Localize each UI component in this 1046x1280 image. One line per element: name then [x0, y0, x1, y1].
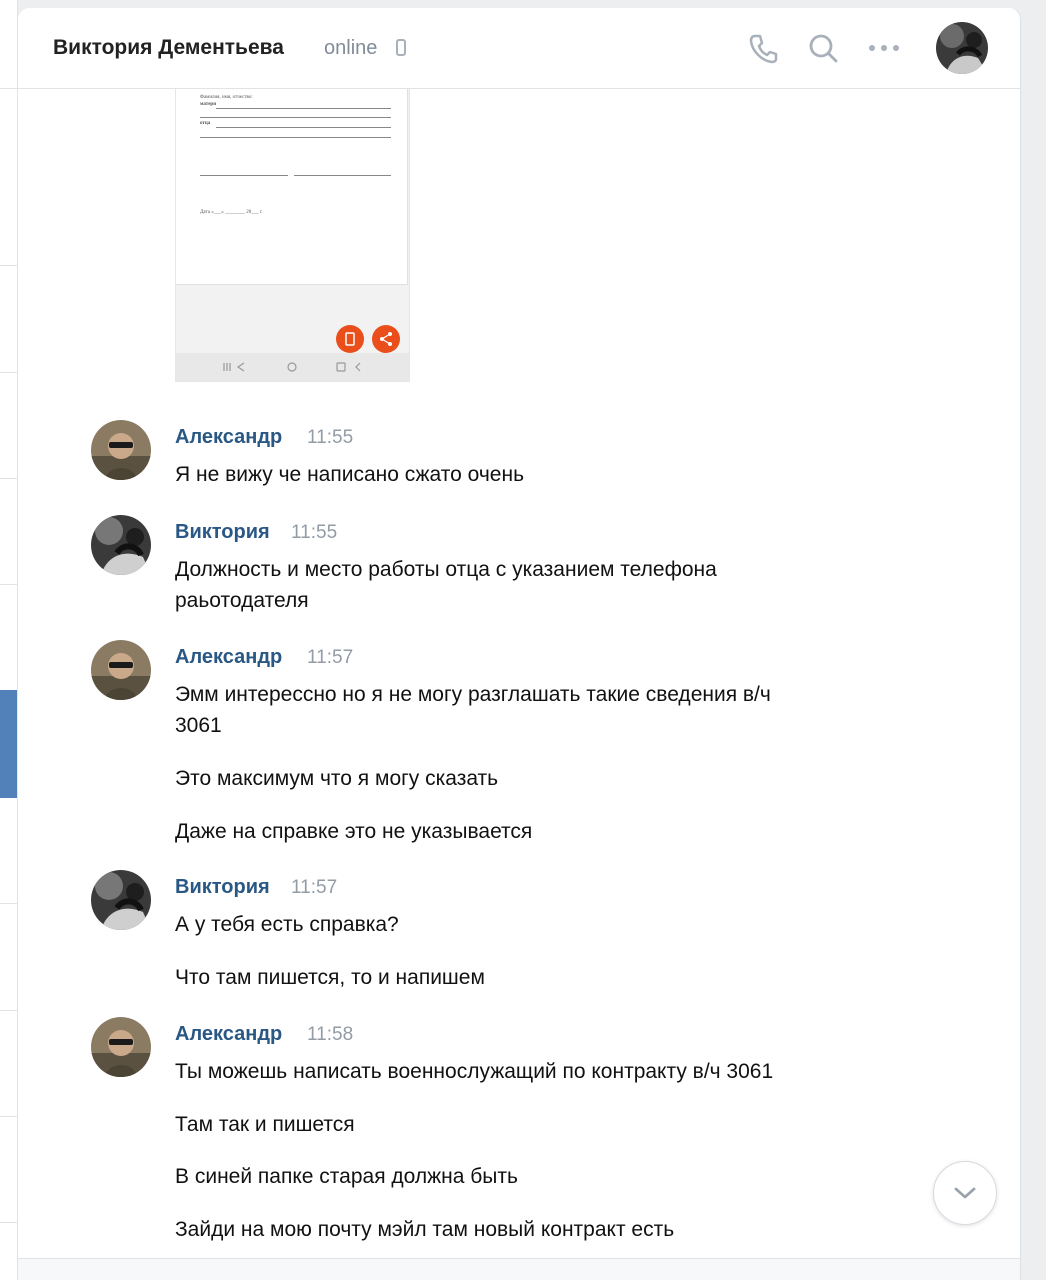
- message-text: Что там пишется, то и напишем: [175, 966, 485, 989]
- message-author[interactable]: Виктория: [175, 876, 270, 899]
- doc-text: отца: [200, 121, 211, 126]
- message-time[interactable]: 11:57: [307, 647, 353, 669]
- sidebar-divider: [0, 584, 17, 585]
- phone-icon[interactable]: [746, 30, 782, 66]
- document-icon-button: [336, 325, 364, 353]
- message-time[interactable]: 11:58: [307, 1024, 353, 1046]
- avatar[interactable]: [91, 420, 151, 480]
- document-page: Фамилия, имя, отчество: матери отца Дата…: [176, 88, 408, 285]
- message-text: В синей папке старая должна быть: [175, 1165, 518, 1188]
- message-text: 3061: [175, 714, 222, 737]
- sidebar-divider: [0, 372, 17, 373]
- share-icon: [372, 325, 400, 353]
- sidebar-divider: [0, 478, 17, 479]
- doc-line: [200, 117, 391, 118]
- active-chat-indicator[interactable]: [0, 690, 17, 798]
- message-text: раьотодателя: [175, 589, 309, 612]
- sidebar-divider: [0, 1116, 17, 1117]
- message-text: Зайди на мою почту мэйл там новый контра…: [175, 1218, 675, 1241]
- doc-text: Фамилия, имя, отчество:: [200, 95, 253, 100]
- message-text: Я не вижу че написано сжато очень: [175, 463, 525, 486]
- contact-avatar[interactable]: [936, 22, 988, 74]
- avatar[interactable]: [91, 1017, 151, 1077]
- doc-line: [200, 137, 391, 138]
- signature-line: [294, 175, 391, 176]
- search-icon[interactable]: [805, 30, 841, 66]
- message-composer[interactable]: [18, 1259, 1020, 1280]
- avatar[interactable]: [91, 870, 151, 930]
- message-text: Там так и пишется: [175, 1113, 355, 1136]
- sidebar-divider: [0, 903, 17, 904]
- android-nav-bar: [176, 353, 409, 381]
- doc-date: Дата «___» ________ 20___ г.: [200, 210, 263, 215]
- doc-text: матери: [200, 102, 217, 107]
- message-text: Эмм интерессно но я не могу разглашать т…: [175, 683, 771, 706]
- message-text: А у тебя есть справка?: [175, 913, 399, 936]
- chat-header: Виктория Дементьева online: [18, 8, 1020, 89]
- more-icon[interactable]: [866, 30, 902, 66]
- left-sidebar-strip: [0, 0, 18, 1280]
- chat-panel: Виктория Дементьева online Фамилия, имя,…: [18, 8, 1021, 1280]
- doc-line: [216, 108, 391, 109]
- sidebar-divider: [0, 265, 17, 266]
- message-author[interactable]: Александр: [175, 646, 282, 669]
- avatar[interactable]: [91, 640, 151, 700]
- scroll-down-button[interactable]: [933, 1161, 997, 1225]
- sidebar-divider: [0, 1010, 17, 1011]
- signature-line: [200, 175, 288, 176]
- message-time[interactable]: 11:57: [291, 877, 337, 899]
- sidebar-divider: [0, 88, 17, 89]
- message-text: Ты можешь написать военнослужащий по кон…: [175, 1060, 774, 1083]
- contact-name[interactable]: Виктория Дементьева: [53, 36, 284, 60]
- message-time[interactable]: 11:55: [291, 522, 337, 544]
- message-author[interactable]: Виктория: [175, 521, 270, 544]
- avatar[interactable]: [91, 515, 151, 575]
- message-author[interactable]: Александр: [175, 426, 282, 449]
- message-time[interactable]: 11:55: [307, 427, 353, 449]
- document-attachment-image[interactable]: Фамилия, имя, отчество: матери отца Дата…: [175, 88, 410, 382]
- message-text: Даже на справке это не указывается: [175, 820, 533, 843]
- sidebar-divider: [0, 1222, 17, 1223]
- message-text: Должность и место работы отца с указание…: [175, 558, 717, 581]
- mobile-device-icon: [396, 39, 406, 56]
- message-text: Это максимум что я могу сказать: [175, 767, 499, 790]
- online-status: online: [324, 37, 378, 59]
- message-author[interactable]: Александр: [175, 1023, 282, 1046]
- chevron-down-icon: [954, 1187, 976, 1199]
- doc-line: [216, 127, 391, 128]
